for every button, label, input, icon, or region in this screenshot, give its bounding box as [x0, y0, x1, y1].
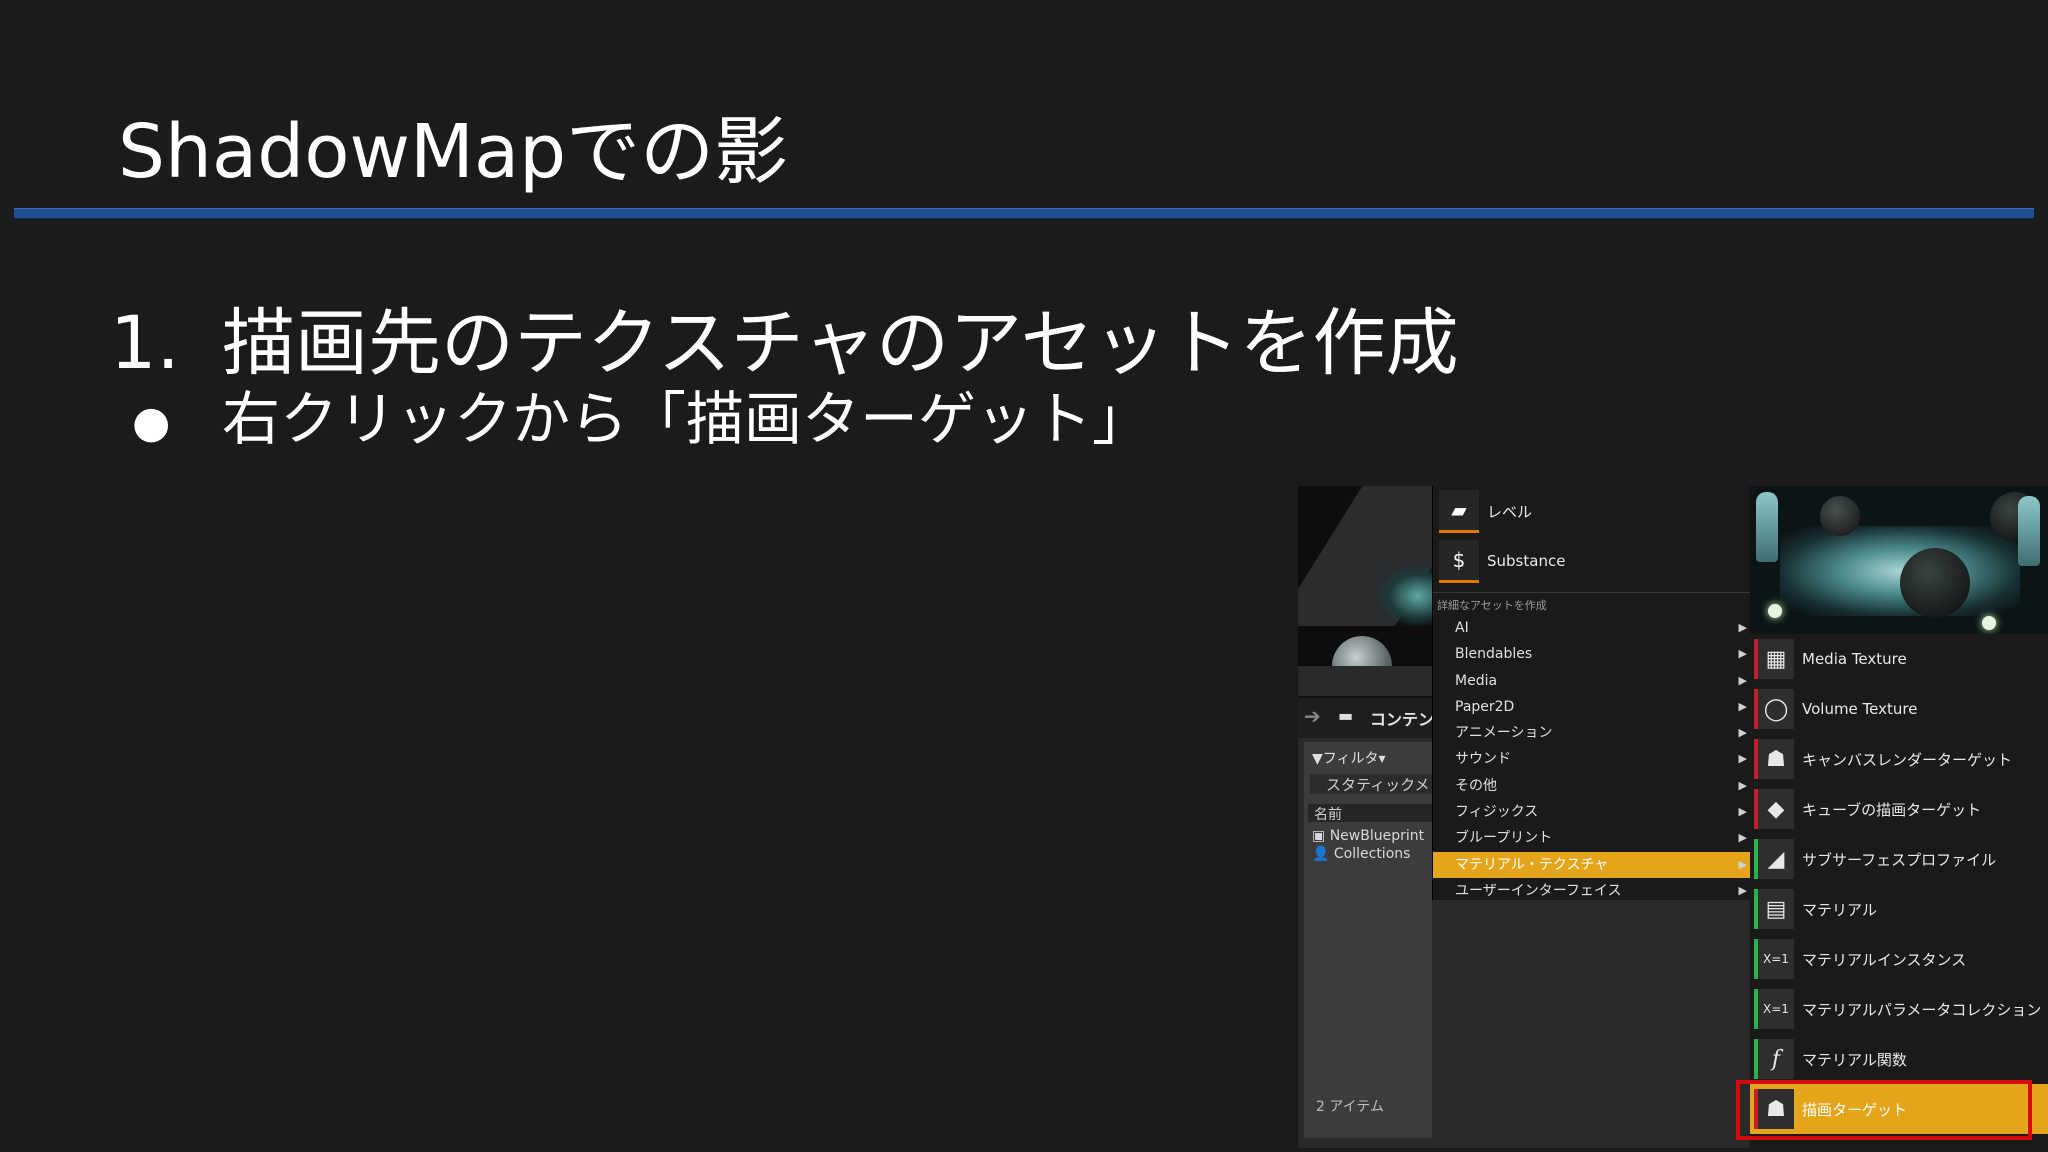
- substance-icon: $: [1439, 539, 1479, 583]
- menu-item-materials-textures[interactable]: マテリアル・テクスチャ ▶: [1433, 851, 1751, 878]
- menu-item-user-interface[interactable]: ユーザーインターフェイス ▶: [1433, 878, 1751, 904]
- title-divider: [14, 208, 2034, 219]
- chevron-right-icon: ▶: [1738, 805, 1747, 819]
- chevron-right-icon: ▶: [1738, 726, 1747, 740]
- subsurface-profile-icon: ◢: [1754, 839, 1794, 879]
- scene-preview: [1750, 486, 2048, 634]
- menu-item-paper2d[interactable]: Paper2D ▶: [1433, 694, 1751, 720]
- submenu-item-material-parameter-collection[interactable]: X=1 マテリアルパラメータコレクション: [1750, 984, 2048, 1034]
- bullet-item: ● 右クリックから「描画ターゲット」: [132, 372, 1150, 456]
- chevron-right-icon: ▶: [1738, 883, 1747, 897]
- volume-texture-icon: ◯: [1754, 689, 1794, 729]
- name-column-header[interactable]: 名前: [1308, 804, 1432, 823]
- submenu-item-cube-render-target[interactable]: ◆ キューブの描画ターゲット: [1750, 784, 2048, 834]
- level-icon: ▰: [1439, 489, 1479, 533]
- menu-item-physics[interactable]: フィジックス ▶: [1433, 799, 1751, 825]
- bullet-text: 右クリックから「描画ターゲット」: [222, 385, 1151, 453]
- chevron-right-icon: ▶: [1738, 857, 1747, 871]
- level-viewport: [1298, 486, 1432, 666]
- material-instance-icon: X=1: [1754, 939, 1794, 979]
- chevron-right-icon: ▶: [1738, 673, 1747, 687]
- section-header: 詳細なアセットを作成: [1437, 599, 1547, 612]
- menu-item-substance[interactable]: $ Substance: [1433, 536, 1751, 586]
- material-parameter-collection-icon: X=1: [1754, 989, 1794, 1029]
- content-browser-toolbar: ➔ ▬ コンテン: [1298, 696, 1434, 738]
- menu-item-blendables[interactable]: Blendables ▶: [1433, 641, 1751, 667]
- material-function-icon: f: [1754, 1039, 1794, 1079]
- submenu-item-material-function[interactable]: f マテリアル関数: [1750, 1034, 2048, 1084]
- menu-item-animation[interactable]: アニメーション ▶: [1433, 720, 1751, 746]
- media-texture-icon: ▦: [1754, 639, 1794, 679]
- chevron-right-icon: ▶: [1738, 778, 1747, 792]
- chevron-right-icon: ▶: [1738, 831, 1747, 845]
- content-browser-tab[interactable]: コンテン: [1370, 706, 1434, 730]
- highlight-callout: [1736, 1080, 2032, 1140]
- bullet-icon: ●: [132, 397, 171, 449]
- submenu-item-material[interactable]: ▤ マテリアル: [1750, 884, 2048, 934]
- slide-title: ShadowMapでの影: [118, 109, 789, 195]
- material-icon: ▤: [1754, 889, 1794, 929]
- chevron-right-icon: ▶: [1738, 621, 1747, 634]
- menu-item-media[interactable]: Media ▶: [1433, 668, 1751, 694]
- item-count: 2 アイテム: [1316, 1099, 1384, 1115]
- cube-render-target-icon: ◆: [1754, 789, 1794, 829]
- folder-icon: ▬: [1338, 706, 1354, 725]
- chevron-right-icon: ▶: [1738, 699, 1747, 713]
- content-browser-panel: ▼フィルタ▾ スタティックメ 名前 ▣ NewBlueprint 👤 Colle…: [1304, 742, 1434, 1138]
- list-item[interactable]: ▣ NewBlueprint: [1312, 828, 1424, 844]
- list-item[interactable]: 👤 Collections: [1312, 846, 1410, 862]
- menu-item-sound[interactable]: サウンド ▶: [1433, 746, 1751, 772]
- filter-button[interactable]: ▼フィルタ▾: [1312, 748, 1386, 768]
- forward-arrow-icon[interactable]: ➔: [1304, 704, 1321, 728]
- menu-item-level[interactable]: ▰ レベル: [1433, 486, 1751, 536]
- submenu-item-canvas-render-target[interactable]: ☗ キャンバスレンダーターゲット: [1750, 734, 2048, 784]
- submenu-item-material-instance[interactable]: X=1 マテリアルインスタンス: [1750, 934, 2048, 984]
- chevron-right-icon: ▶: [1738, 752, 1747, 766]
- context-menu: ▰ レベル $ Substance 詳細なアセットを作成 AI ▶ Blendab…: [1432, 486, 1751, 900]
- menu-item-misc[interactable]: その他 ▶: [1433, 773, 1751, 799]
- submenu-item-subsurface-profile[interactable]: ◢ サブサーフェスプロファイル: [1750, 834, 2048, 884]
- static-mesh-filter[interactable]: スタティックメ: [1310, 774, 1434, 794]
- canvas-render-target-icon: ☗: [1754, 739, 1794, 779]
- editor-screenshot: ➔ ▬ コンテン ▼フィルタ▾ スタティックメ 名前 ▣ NewBlueprin…: [1298, 486, 2048, 1148]
- menu-item-blueprint[interactable]: ブループリント ▶: [1433, 825, 1751, 851]
- chevron-right-icon: ▶: [1738, 647, 1747, 661]
- submenu-item-media-texture[interactable]: ▦ Media Texture: [1750, 634, 2048, 684]
- submenu-materials-textures: ▦ Media Texture ◯ Volume Texture ☗ キャンバス…: [1750, 486, 2048, 1148]
- menu-item-ai[interactable]: AI ▶: [1433, 615, 1751, 641]
- submenu-item-volume-texture[interactable]: ◯ Volume Texture: [1750, 684, 2048, 734]
